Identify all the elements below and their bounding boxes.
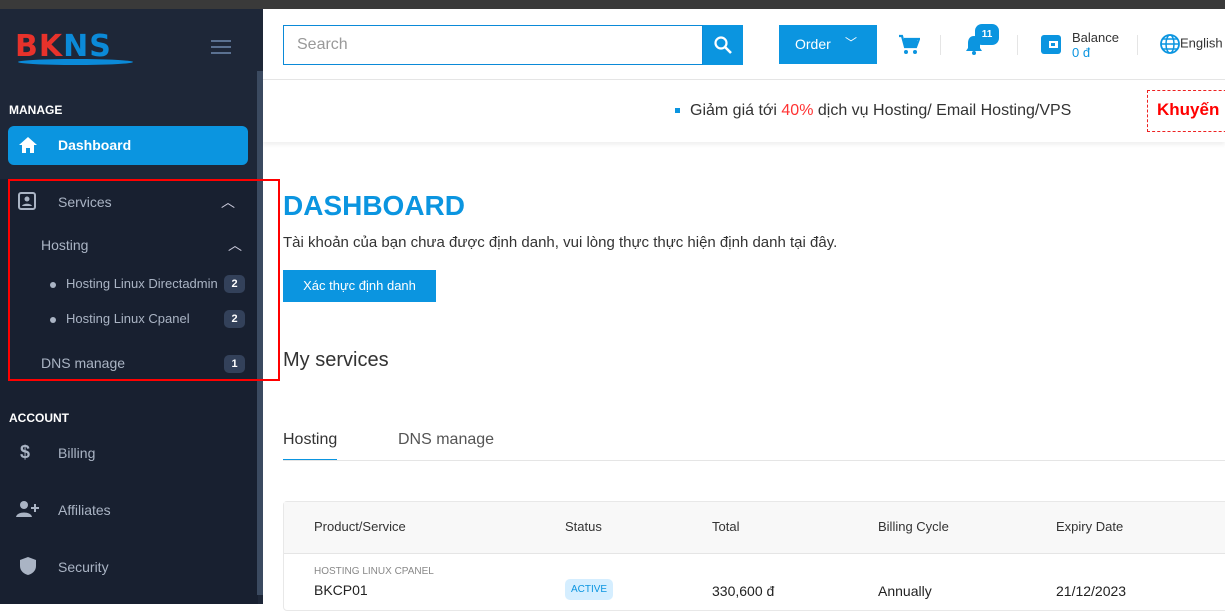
col-billing-cycle: Billing Cycle — [878, 519, 949, 534]
cart-icon[interactable] — [898, 34, 920, 56]
verify-button[interactable]: Xác thực định danh — [283, 270, 436, 302]
divider — [940, 35, 941, 55]
balance-value: 0 đ — [1072, 45, 1091, 60]
tab-dns-manage[interactable]: DNS manage — [398, 431, 494, 449]
home-icon — [19, 137, 37, 153]
expiry-value: 21/12/2023 — [1056, 583, 1127, 599]
balance-label: Balance — [1072, 30, 1119, 45]
dashboard-label: Dashboard — [58, 137, 132, 153]
dollar-icon: $ — [20, 442, 31, 462]
search-icon — [714, 36, 732, 54]
promo-prefix: Giảm giá tới — [690, 102, 782, 119]
language-selector[interactable]: English — [1160, 34, 1223, 54]
my-services-heading: My services — [283, 349, 389, 371]
globe-icon — [1160, 34, 1180, 54]
bullet-icon — [675, 108, 680, 114]
col-product: Product/Service — [314, 519, 406, 534]
highlight-box — [8, 179, 280, 381]
chevron-down-icon: ﹀ — [845, 36, 858, 50]
search-input[interactable]: Search — [283, 25, 703, 65]
wallet-icon — [1041, 35, 1061, 54]
billing-label: Billing — [58, 445, 96, 461]
promo-text[interactable]: Giảm giá tới 40% dịch vụ Hosting/ Email … — [675, 102, 1071, 120]
col-total: Total — [712, 519, 740, 534]
tabs-divider — [283, 460, 1225, 461]
col-status: Status — [565, 519, 602, 534]
security-label: Security — [58, 559, 109, 575]
language-label: English — [1180, 35, 1223, 51]
col-expiry: Expiry Date — [1056, 519, 1124, 534]
order-button[interactable]: Order ﹀ — [779, 25, 877, 64]
account-label: ACCOUNT — [9, 411, 69, 425]
product-category: HOSTING LINUX CPANEL — [314, 566, 434, 577]
page-title: DASHBOARD — [283, 190, 465, 221]
total-value: 330,600 đ — [712, 583, 775, 599]
notification-badge: 11 — [975, 24, 999, 45]
product-name[interactable]: BKCP01 — [314, 582, 368, 598]
browser-top-strip — [0, 0, 1225, 9]
affiliates-label: Affiliates — [58, 502, 111, 518]
search-button[interactable] — [703, 25, 743, 65]
shield-icon — [20, 557, 36, 575]
promo-highlight: 40% — [781, 102, 814, 119]
divider — [1137, 35, 1138, 55]
tab-hosting[interactable]: Hosting — [283, 431, 338, 461]
logo-swoosh — [18, 59, 133, 65]
promo-bar: Giảm giá tới 40% dịch vụ Hosting/ Email … — [263, 80, 1225, 142]
user-plus-icon — [16, 501, 39, 517]
divider — [1017, 35, 1018, 55]
billing-cycle-value: Annually — [878, 583, 932, 599]
sidebar-item-dashboard[interactable]: Dashboard — [8, 126, 248, 165]
order-label: Order — [795, 36, 831, 52]
promo-suffix: dịch vụ Hosting/ Email Hosting/VPS — [813, 102, 1072, 119]
status-badge: ACTIVE — [565, 579, 613, 600]
manage-label: MANAGE — [9, 103, 63, 117]
verification-notice: Tài khoản của bạn chưa được định danh, v… — [283, 234, 838, 251]
promo-tag[interactable]: Khuyến — [1147, 90, 1225, 132]
menu-toggle-icon[interactable] — [211, 40, 231, 58]
